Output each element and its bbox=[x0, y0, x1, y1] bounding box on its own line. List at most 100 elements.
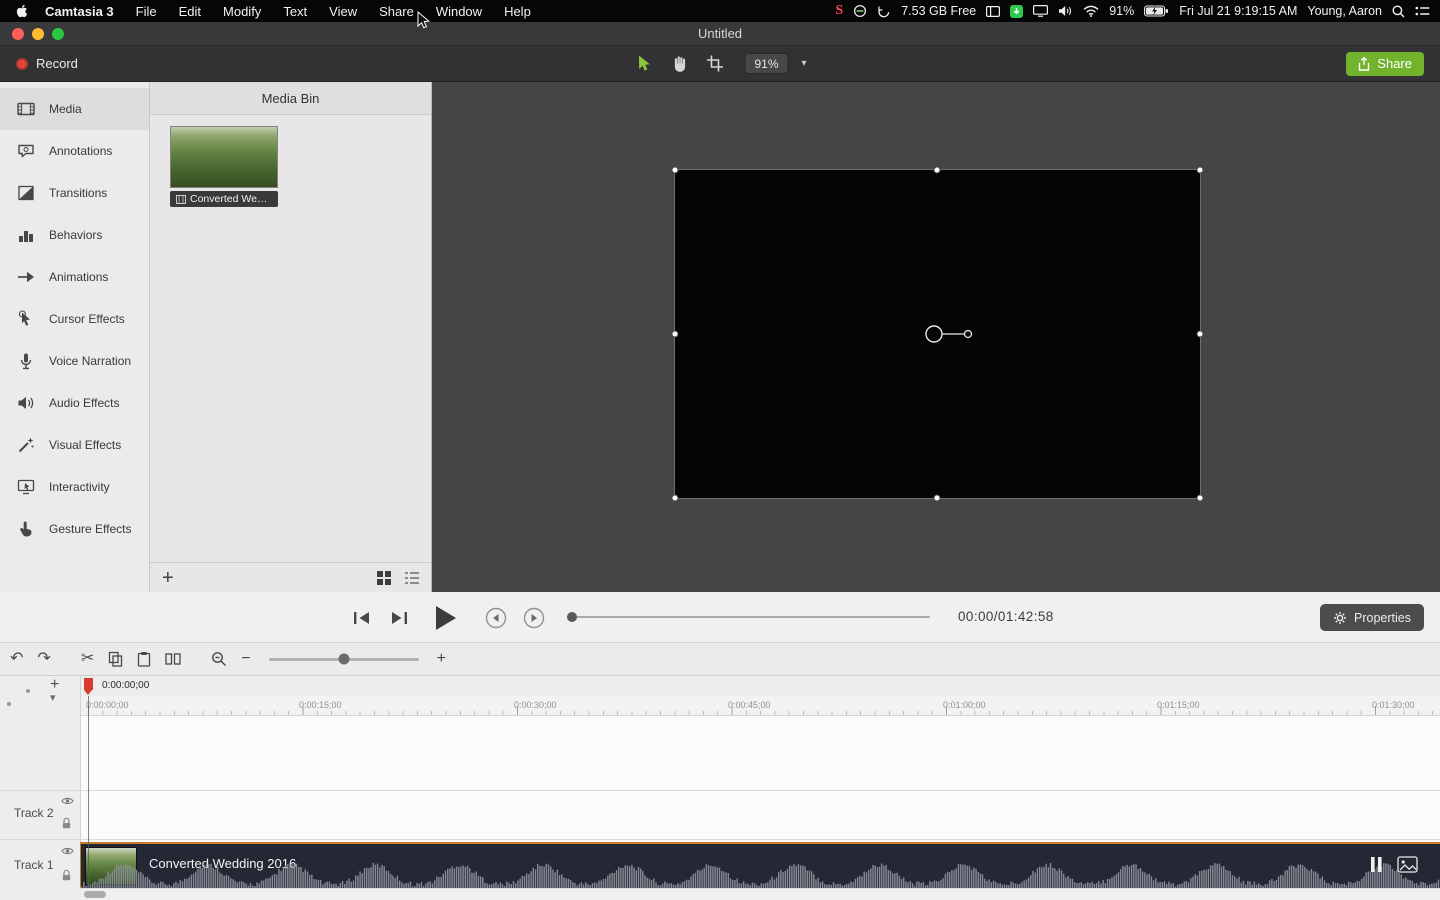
copy-button[interactable] bbox=[108, 651, 123, 667]
paste-button[interactable] bbox=[137, 651, 151, 667]
canvas-handle-se[interactable] bbox=[1197, 495, 1204, 502]
sidebar-item-transitions[interactable]: Transitions bbox=[0, 172, 149, 214]
marker-dot[interactable] bbox=[7, 702, 11, 706]
close-button[interactable] bbox=[12, 28, 24, 40]
undo-button[interactable]: ↶ bbox=[10, 651, 23, 667]
user-menu[interactable]: Young, Aaron bbox=[1307, 5, 1382, 18]
canvas-handle-ne[interactable] bbox=[1197, 167, 1204, 174]
add-track-button[interactable]: + bbox=[50, 677, 59, 693]
track-1-lock-toggle[interactable] bbox=[61, 869, 72, 881]
record-button[interactable]: Record bbox=[16, 56, 78, 71]
playback-scrubber[interactable] bbox=[570, 616, 930, 618]
scrollbar-handle[interactable] bbox=[84, 891, 106, 898]
zoom-out-magnifier-icon[interactable] bbox=[211, 651, 227, 667]
timeline-scrollbar[interactable] bbox=[80, 888, 1440, 900]
volume-status-icon[interactable] bbox=[1058, 5, 1073, 17]
redo-button[interactable]: ↷ bbox=[37, 651, 50, 667]
menu-clock[interactable]: Fri Jul 21 9:19:15 AM bbox=[1179, 5, 1297, 18]
minimize-button[interactable] bbox=[32, 28, 44, 40]
zoom-window-button[interactable] bbox=[52, 28, 64, 40]
pan-tool-button[interactable] bbox=[668, 53, 690, 75]
canvas-handle-nw[interactable] bbox=[672, 167, 679, 174]
list-view-button[interactable] bbox=[405, 572, 419, 584]
canvas-handle-w[interactable] bbox=[672, 331, 679, 338]
free-space-status[interactable]: 7.53 GB Free bbox=[901, 5, 976, 18]
playhead-handle[interactable] bbox=[84, 678, 93, 690]
updater-status-icon[interactable] bbox=[1010, 5, 1023, 18]
window-title-bar[interactable]: Untitled bbox=[0, 22, 1440, 46]
menu-modify[interactable]: Modify bbox=[212, 4, 272, 19]
canvas-handle-n[interactable] bbox=[934, 167, 941, 174]
sidebar-item-behaviors[interactable]: Behaviors bbox=[0, 214, 149, 256]
clip-image-icon[interactable] bbox=[1397, 856, 1418, 873]
menu-window[interactable]: Window bbox=[425, 4, 493, 19]
sidebar-item-cursor-effects[interactable]: Cursor Effects bbox=[0, 298, 149, 340]
timeline-zoom-out-button[interactable]: − bbox=[241, 651, 250, 667]
timeline-ruler[interactable]: 0:00:00;00 0:00:15;00 0:00:30;00 0:00:45… bbox=[80, 696, 1440, 716]
zoom-slider-knob[interactable] bbox=[338, 654, 349, 665]
sidebar-item-visual-effects[interactable]: Visual Effects bbox=[0, 424, 149, 466]
jump-forward-button[interactable] bbox=[523, 607, 545, 629]
canvas-handle-sw[interactable] bbox=[672, 495, 679, 502]
backup-status-icon[interactable] bbox=[877, 4, 891, 18]
zoom-dropdown[interactable]: 91% bbox=[744, 53, 788, 74]
share-button[interactable]: Share bbox=[1346, 52, 1424, 76]
timeline-zoom-slider[interactable] bbox=[269, 658, 419, 661]
scrubber-thumb[interactable] bbox=[567, 612, 577, 622]
canvas-handle-e[interactable] bbox=[1197, 331, 1204, 338]
previous-frame-button[interactable] bbox=[352, 610, 371, 626]
ruler-label-3: 0:00:45;00 bbox=[728, 700, 771, 710]
skitch-status-icon[interactable]: S bbox=[835, 4, 843, 18]
split-button[interactable] bbox=[165, 652, 181, 666]
media-bin-item[interactable]: Converted We… bbox=[170, 126, 282, 207]
notification-center-icon[interactable] bbox=[1415, 6, 1430, 17]
apple-menu-icon[interactable] bbox=[10, 4, 34, 18]
track-collapse-chevron[interactable]: ▾ bbox=[50, 693, 56, 704]
playback-bar: 00:00/01:42:58 Properties bbox=[0, 592, 1440, 643]
canvas-center-widget[interactable] bbox=[920, 318, 984, 350]
add-media-button[interactable]: + bbox=[162, 570, 174, 586]
spotlight-icon[interactable] bbox=[1392, 5, 1405, 18]
menu-edit[interactable]: Edit bbox=[168, 4, 212, 19]
voice-narration-icon bbox=[16, 351, 36, 371]
menu-share[interactable]: Share bbox=[368, 4, 425, 19]
sidebar-item-interactivity[interactable]: Interactivity bbox=[0, 466, 149, 508]
pointer-tool-button[interactable] bbox=[633, 53, 655, 75]
next-frame-button[interactable] bbox=[390, 610, 409, 626]
track-1-visibility-toggle[interactable] bbox=[61, 846, 74, 856]
sidebar-item-audio-effects[interactable]: Audio Effects bbox=[0, 382, 149, 424]
canvas-handle-s[interactable] bbox=[934, 495, 941, 502]
grid-view-button[interactable] bbox=[377, 571, 391, 585]
sidebar-item-annotations[interactable]: Annotations bbox=[0, 130, 149, 172]
battery-percent[interactable]: 91% bbox=[1109, 5, 1134, 18]
sidebar-item-voice-narration[interactable]: Voice Narration bbox=[0, 340, 149, 382]
battery-icon[interactable] bbox=[1144, 5, 1169, 17]
marker-dot-2[interactable] bbox=[26, 689, 30, 693]
wifi-status-icon[interactable] bbox=[1083, 5, 1099, 17]
menu-help[interactable]: Help bbox=[493, 4, 542, 19]
timeline-clip[interactable]: Converted Wedding 2016 bbox=[80, 842, 1440, 888]
menu-text[interactable]: Text bbox=[272, 4, 318, 19]
canvas-stage[interactable] bbox=[432, 82, 1440, 592]
window-controls bbox=[12, 28, 64, 40]
crop-tool-button[interactable] bbox=[703, 53, 725, 75]
clip-pause-icon[interactable] bbox=[1371, 857, 1382, 872]
jump-back-button[interactable] bbox=[485, 607, 507, 629]
menu-view[interactable]: View bbox=[318, 4, 368, 19]
cut-button[interactable]: ✂ bbox=[81, 651, 94, 667]
window-status-icon[interactable] bbox=[986, 6, 1000, 17]
sync-status-icon[interactable] bbox=[853, 4, 867, 18]
play-button[interactable] bbox=[434, 605, 457, 631]
properties-button[interactable]: Properties bbox=[1320, 604, 1424, 631]
sidebar-item-gesture-effects[interactable]: Gesture Effects bbox=[0, 508, 149, 550]
display-status-icon[interactable] bbox=[1033, 5, 1048, 17]
sidebar-item-media[interactable]: Media bbox=[0, 88, 149, 130]
zoom-caret-icon[interactable]: ▾ bbox=[802, 58, 807, 69]
app-menu[interactable]: Camtasia 3 bbox=[34, 4, 125, 19]
track-2-visibility-toggle[interactable] bbox=[61, 796, 74, 806]
track-2-lock-toggle[interactable] bbox=[61, 817, 72, 829]
timeline-zoom-in-button[interactable]: + bbox=[437, 651, 446, 667]
playhead-line[interactable] bbox=[88, 696, 89, 888]
menu-file[interactable]: File bbox=[125, 4, 168, 19]
sidebar-item-animations[interactable]: Animations bbox=[0, 256, 149, 298]
